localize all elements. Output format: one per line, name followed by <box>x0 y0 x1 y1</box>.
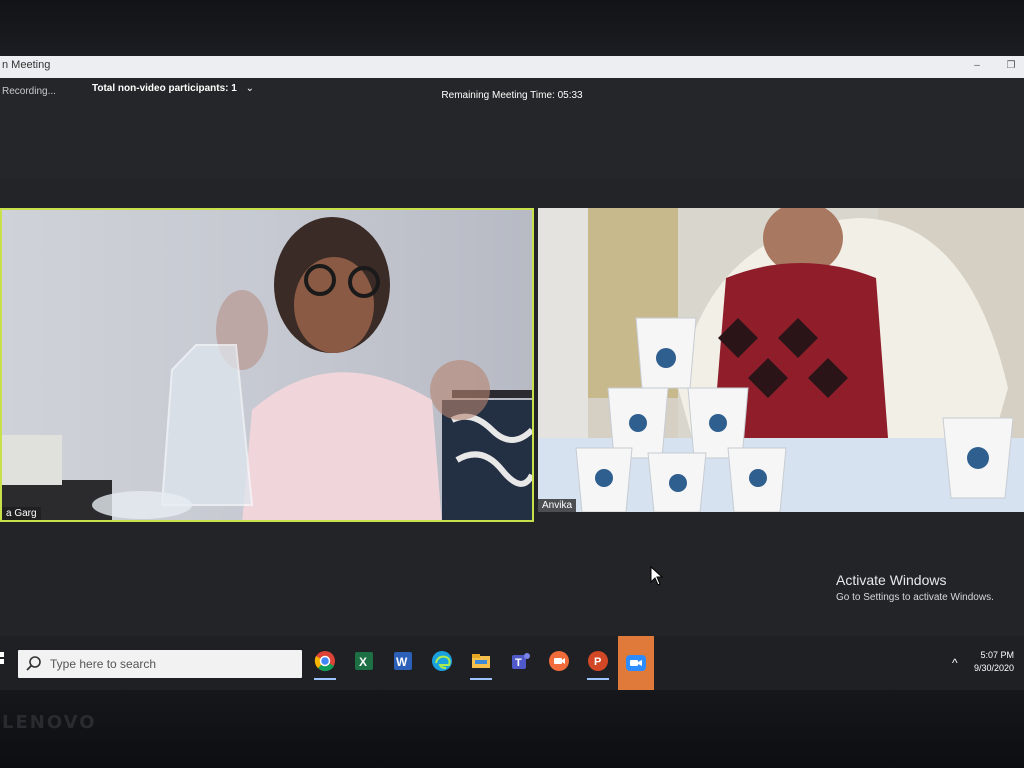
search-icon <box>26 656 41 671</box>
system-clock[interactable]: 5:07 PM 9/30/2020 <box>944 650 1014 673</box>
svg-text:T: T <box>515 657 522 669</box>
mouse-cursor-icon <box>650 566 664 586</box>
meeting-top-bar: Recording... Total non-video participant… <box>0 78 1024 178</box>
window-title: n Meeting <box>2 59 51 71</box>
search-placeholder: Type here to search <box>50 657 157 671</box>
laptop-bezel-top <box>0 0 1024 56</box>
chrome-icon[interactable] <box>310 646 340 680</box>
laptop-brand-logo: LENOVO <box>2 712 97 733</box>
svg-text:W: W <box>396 655 408 669</box>
taskbar-search-box[interactable]: Type here to search <box>18 650 302 678</box>
word-icon[interactable]: W <box>388 646 418 676</box>
restore-button[interactable]: ❐ <box>1004 59 1018 73</box>
windows-logo-icon <box>0 652 4 664</box>
start-button[interactable] <box>0 646 10 670</box>
activate-windows-title: Activate Windows <box>836 572 947 588</box>
video-feed-right <box>538 208 1024 512</box>
window-titlebar: n Meeting – ❐ <box>0 56 1024 79</box>
activate-windows-subtitle: Go to Settings to activate Windows. <box>836 592 994 603</box>
edge-icon[interactable] <box>427 646 457 676</box>
teams-icon[interactable]: T <box>505 646 535 676</box>
clock-date: 9/30/2020 <box>973 663 1014 673</box>
participant-name-right: Anvika <box>538 499 577 512</box>
clock-time: 5:07 PM <box>980 650 1014 660</box>
laptop-bezel-bottom <box>0 690 1024 768</box>
file-explorer-icon[interactable] <box>466 646 496 680</box>
powerpoint-icon[interactable]: P <box>583 646 613 680</box>
windows-taskbar: Type here to search X W T P ^ 5:07 PM 9/… <box>0 636 1024 690</box>
zoom-webinar-icon[interactable] <box>544 646 574 676</box>
video-tile-left[interactable]: a Garg <box>0 208 534 522</box>
video-tile-right[interactable]: Anvika <box>538 208 1024 512</box>
minimize-button[interactable]: – <box>970 59 984 73</box>
participant-name-left: a Garg <box>2 507 41 520</box>
svg-text:P: P <box>594 656 601 668</box>
screen: n Meeting – ❐ Recording... Total non-vid… <box>0 56 1024 690</box>
video-feed-left <box>2 210 532 520</box>
zoom-icon[interactable] <box>618 636 654 690</box>
remaining-time: Remaining Meeting Time: 05:33 <box>441 90 583 101</box>
svg-text:X: X <box>359 655 367 669</box>
excel-icon[interactable]: X <box>349 646 379 676</box>
